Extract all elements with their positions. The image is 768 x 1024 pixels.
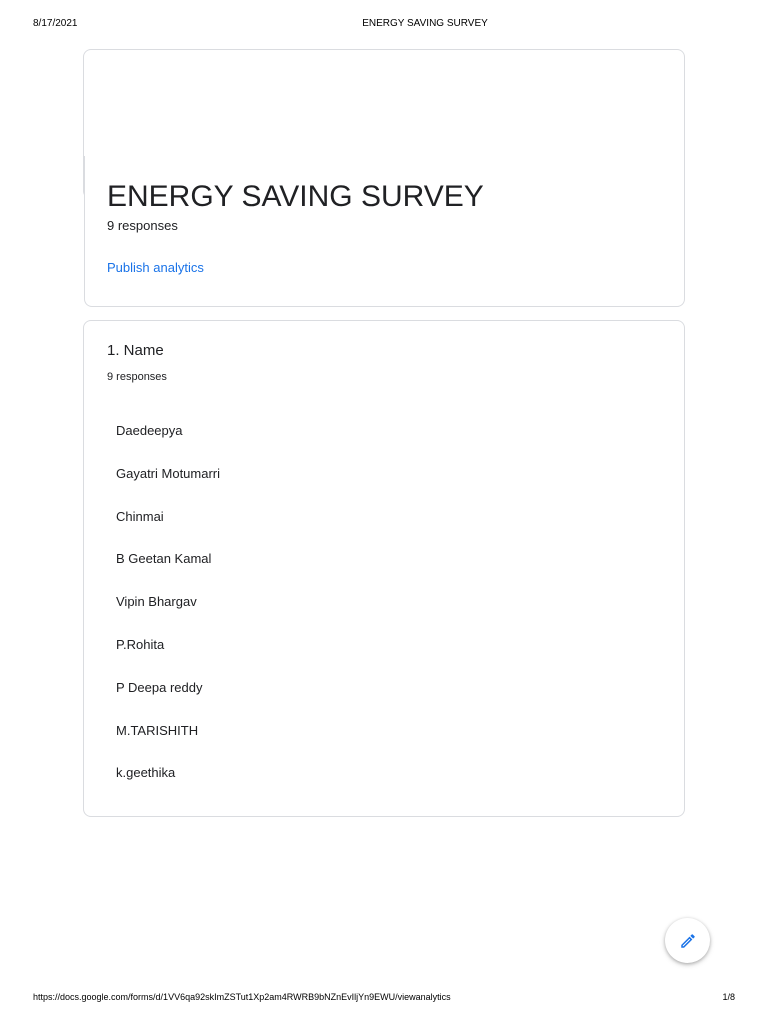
answer-item: P Deepa reddy	[116, 679, 203, 695]
edit-button[interactable]	[665, 918, 710, 963]
question-title: 1. Name	[107, 342, 164, 359]
answer-item: M.TARISHITH	[116, 722, 199, 738]
question-response-count: 9 responses	[107, 371, 167, 383]
answer-item: Vipin Bhargav	[116, 594, 197, 610]
print-url: https://docs.google.com/forms/d/1VV6qa92…	[33, 992, 451, 1002]
pencil-icon	[680, 933, 695, 948]
print-header: 8/17/2021 ENERGY SAVING SURVEY	[0, 18, 768, 32]
answer-item: Gayatri Motumarri	[116, 465, 221, 481]
publish-analytics-link[interactable]: Publish analytics	[107, 260, 204, 275]
answer-item: Chinmai	[116, 508, 164, 524]
print-title: ENERGY SAVING SURVEY	[362, 18, 488, 29]
answer-item: P.Rohita	[116, 636, 165, 652]
form-title: ENERGY SAVING SURVEY	[107, 180, 484, 213]
print-footer: https://docs.google.com/forms/d/1VV6qa92…	[0, 992, 768, 1006]
answer-item: k.geethika	[116, 765, 176, 781]
response-count: 9 responses	[107, 218, 178, 233]
answer-item: B Geetan Kamal	[116, 551, 212, 567]
answer-item: Daedeepya	[116, 423, 183, 438]
print-page-number: 1/8	[722, 992, 735, 1002]
answer-list: Daedeepya Gayatri Motumarri Chinmai B Ge…	[116, 423, 220, 808]
form-header-card: ENERGY SAVING SURVEY 9 responses Publish…	[84, 156, 685, 307]
question-card: 1. Name 9 responses Daedeepya Gayatri Mo…	[83, 320, 685, 817]
